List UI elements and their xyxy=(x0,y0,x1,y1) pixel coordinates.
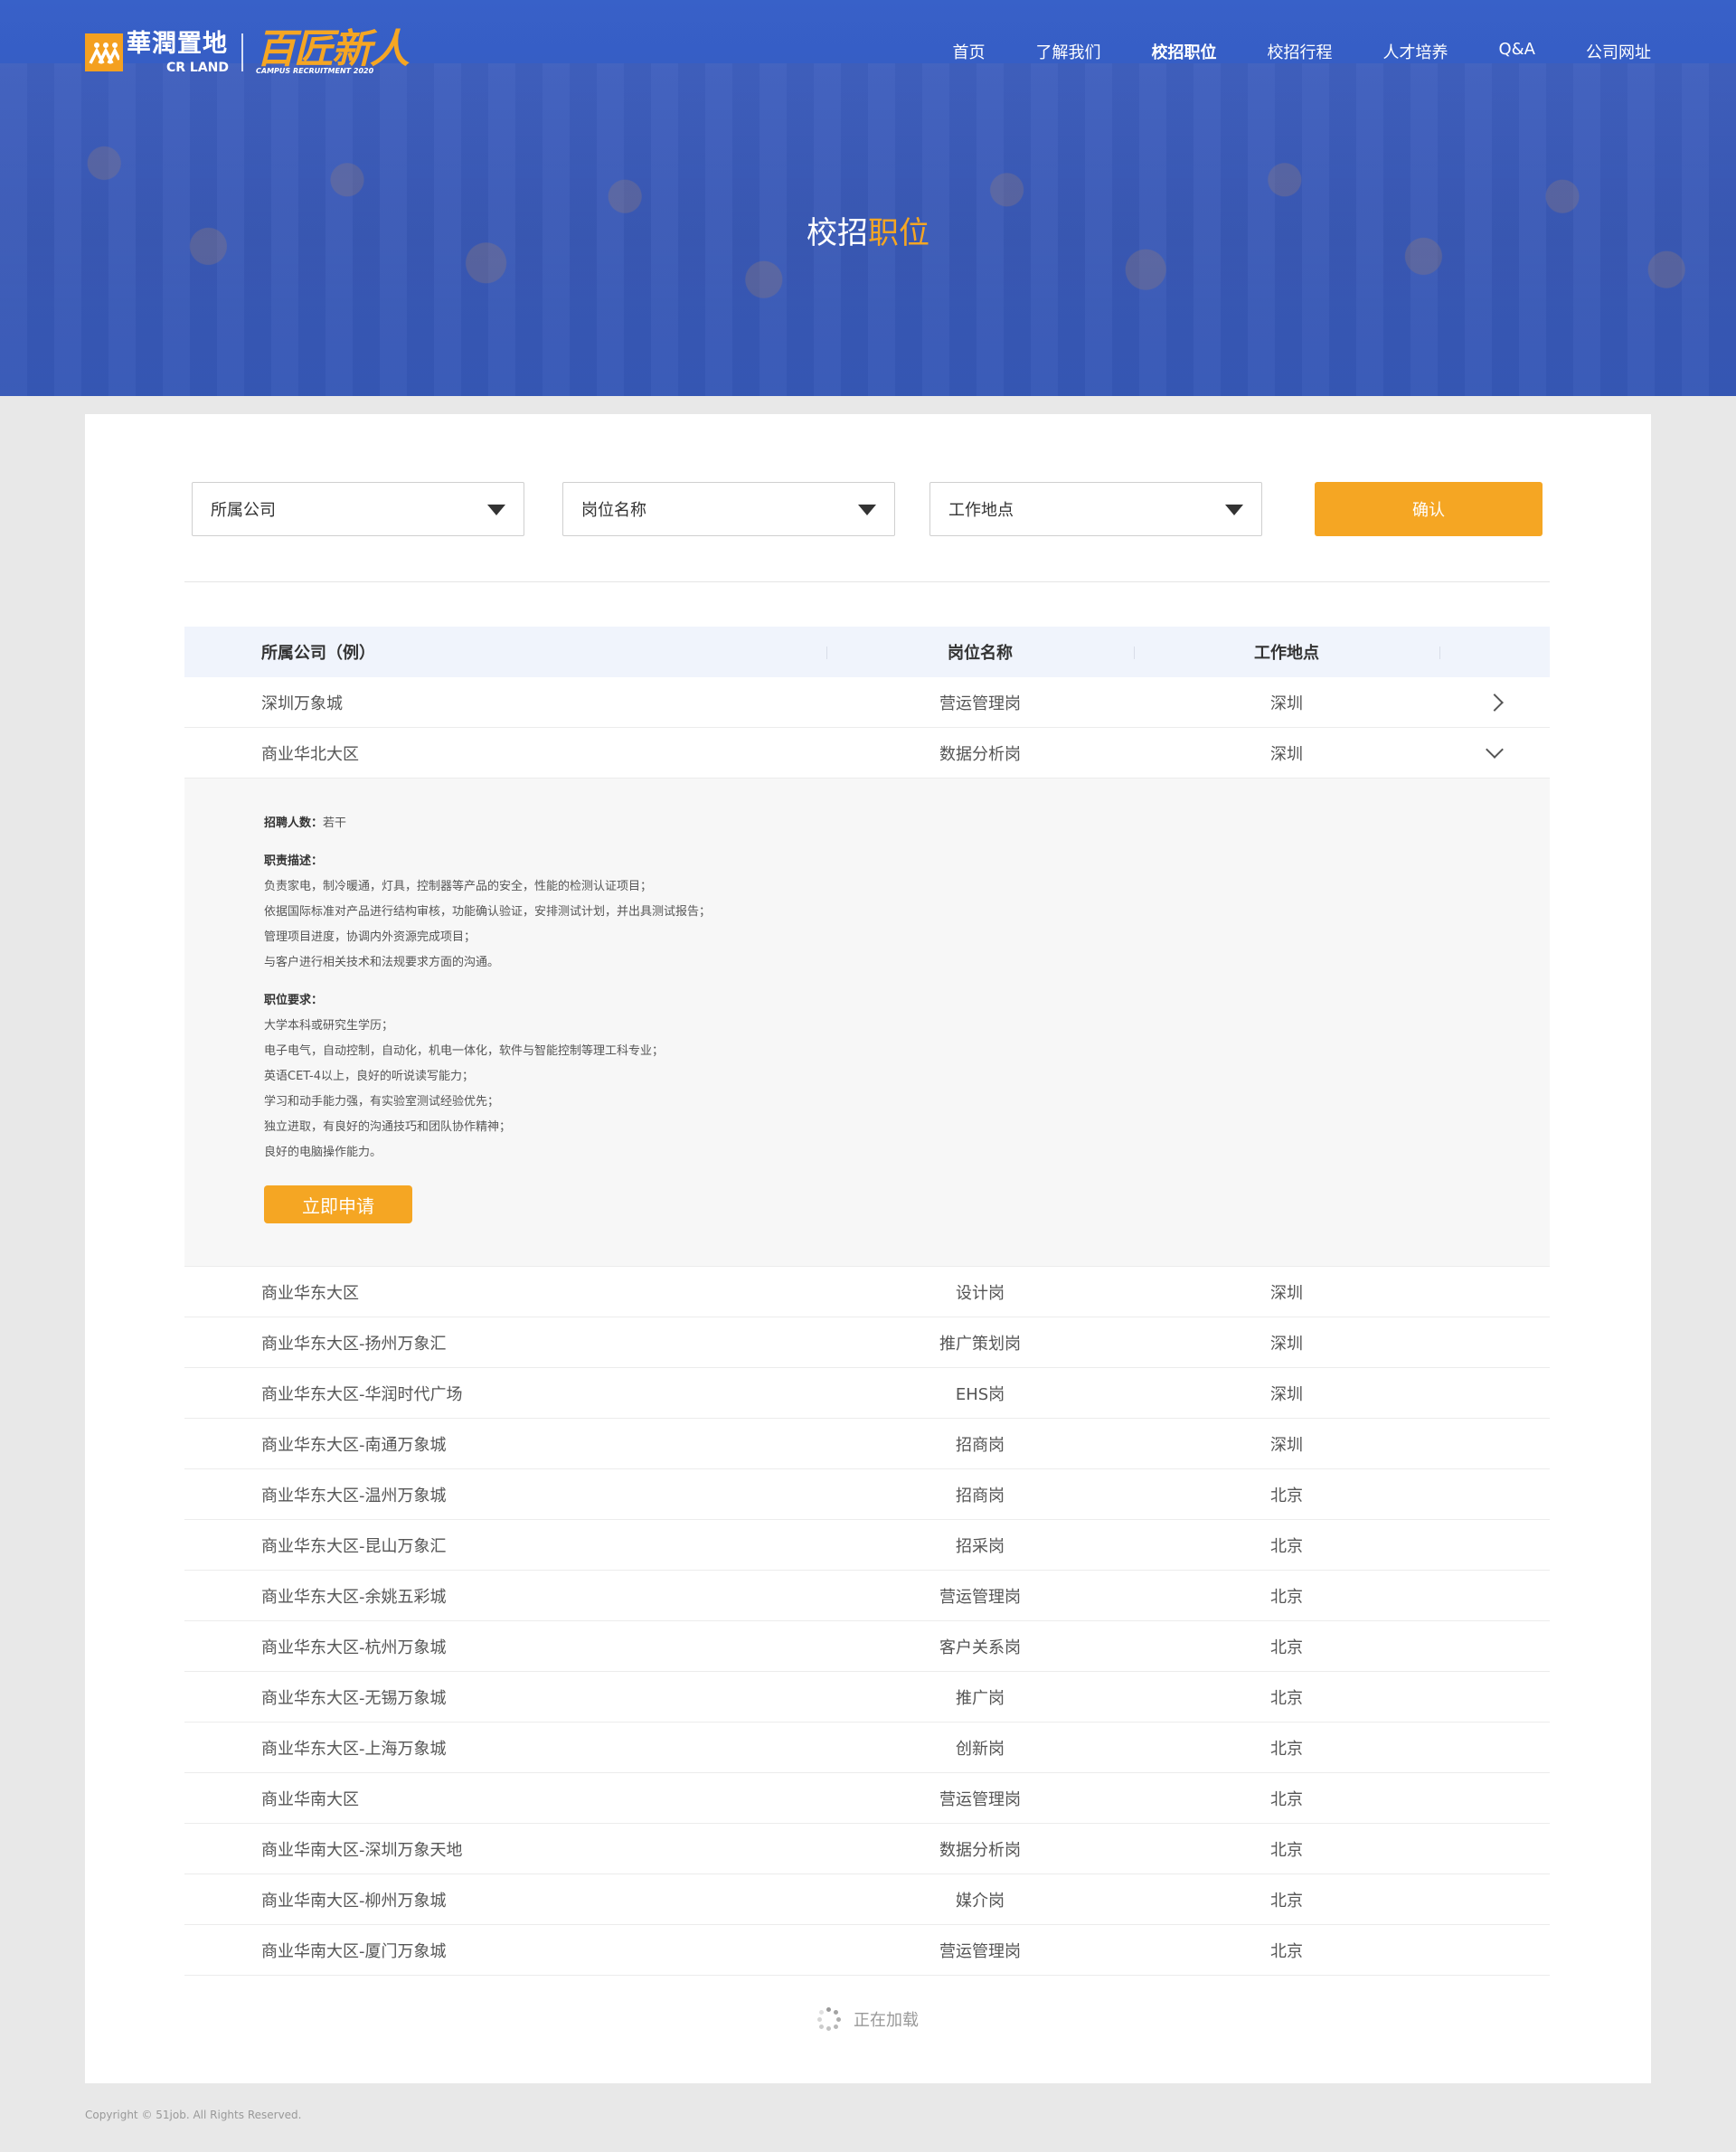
requirements-section: 职位要求： 大学本科或研究生学历； 电子电气，自动控制，自动化，机电一体化，软件… xyxy=(264,988,1550,1166)
table-body: 商业华东大区 设计岗 深圳 商业华东大区-扬州万象汇 推广策划岗 深圳 商业华东大区-华润时… xyxy=(184,1267,1550,1976)
nav-company-site[interactable]: 公司网址 xyxy=(1586,40,1651,63)
location-select[interactable]: 工作地点 xyxy=(929,482,1262,536)
jobs-card: 所属公司 岗位名称 工作地点 确认 所属公司（例） 岗位名称 工作地点 深圳万象… xyxy=(85,414,1651,2083)
table-row[interactable]: 商业华东大区-杭州万象城 客户关系岗 北京 xyxy=(184,1621,1550,1672)
header-company: 所属公司（例） xyxy=(261,644,375,663)
chevron-right-icon[interactable] xyxy=(1486,693,1504,712)
caret-down-icon xyxy=(1225,505,1243,515)
divider xyxy=(184,581,1550,582)
table-row[interactable]: 商业华东大区-余姚五彩城 营运管理岗 北京 xyxy=(184,1571,1550,1621)
confirm-button[interactable]: 确认 xyxy=(1315,482,1543,536)
logo-divider xyxy=(241,33,244,71)
table-header: 所属公司（例） 岗位名称 工作地点 xyxy=(184,627,1550,677)
main-nav: 首页 了解我们 校招职位 校招行程 人才培养 Q&A 公司网址 xyxy=(901,40,1651,63)
duties-section: 职责描述： 负责家电，制冷暖通，灯具，控制器等产品的安全，性能的检测认证项目； … xyxy=(264,849,1550,976)
loading-indicator: 正在加载 xyxy=(85,2007,1651,2031)
table-row[interactable]: 商业华南大区-深圳万象天地 数据分析岗 北京 xyxy=(184,1824,1550,1874)
table-row[interactable]: 商业华南大区 营运管理岗 北京 xyxy=(184,1773,1550,1824)
chevron-down-icon[interactable] xyxy=(1486,740,1504,759)
company-select[interactable]: 所属公司 xyxy=(192,482,524,536)
table-row-expanded[interactable]: 商业华北大区 数据分析岗 深圳 xyxy=(184,728,1550,779)
site-logo[interactable]: 華潤置地 CR LAND 百匠新人 CAMPUS RECRUITMENT 202… xyxy=(85,25,410,80)
table-row[interactable]: 商业华东大区-扬州万象汇 推广策划岗 深圳 xyxy=(184,1317,1550,1368)
page-title: 校招职位 xyxy=(807,215,929,251)
table-row[interactable]: 商业华东大区-无锡万象城 推广岗 北京 xyxy=(184,1672,1550,1723)
table-row[interactable]: 商业华东大区-华润时代广场 EHS岗 深圳 xyxy=(184,1368,1550,1419)
cr-land-logo-icon xyxy=(85,33,123,71)
table-row[interactable]: 商业华东大区 设计岗 深圳 xyxy=(184,1267,1550,1317)
spinner-icon xyxy=(817,2007,841,2031)
position-select[interactable]: 岗位名称 xyxy=(562,482,895,536)
brand-name-cn: 華潤置地 xyxy=(127,29,228,58)
header-location: 工作地点 xyxy=(1254,644,1319,663)
loading-text: 正在加载 xyxy=(854,2011,919,2030)
nav-qa[interactable]: Q&A xyxy=(1498,40,1535,63)
nav-schedule[interactable]: 校招行程 xyxy=(1267,40,1332,63)
jobs-table: 所属公司（例） 岗位名称 工作地点 深圳万象城 营运管理岗 深圳 商业华北大区 … xyxy=(184,627,1550,1976)
apply-button[interactable]: 立即申请 xyxy=(264,1185,412,1223)
brand-name-en: CR LAND xyxy=(166,60,230,75)
table-row[interactable]: 深圳万象城 营运管理岗 深圳 xyxy=(184,677,1550,728)
caret-down-icon xyxy=(487,505,505,515)
req-label: 职位要求： xyxy=(264,994,324,1007)
table-row[interactable]: 商业华东大区-上海万象城 创新岗 北京 xyxy=(184,1723,1550,1773)
hero-banner: 華潤置地 CR LAND 百匠新人 CAMPUS RECRUITMENT 202… xyxy=(0,0,1736,396)
nav-home[interactable]: 首页 xyxy=(952,40,985,63)
filter-bar: 所属公司 岗位名称 工作地点 确认 xyxy=(192,482,1548,536)
table-row[interactable]: 商业华东大区-温州万象城 招商岗 北京 xyxy=(184,1469,1550,1520)
copyright: Copyright © 51job. All Rights Reserved. xyxy=(85,2109,302,2121)
duty-label: 职责描述： xyxy=(264,854,324,868)
table-row[interactable]: 商业华东大区-昆山万象汇 招采岗 北京 xyxy=(184,1520,1550,1571)
caret-down-icon xyxy=(858,505,876,515)
job-detail-panel: 招聘人数：若干 职责描述： 负责家电，制冷暖通，灯具，控制器等产品的安全，性能的… xyxy=(184,779,1550,1267)
table-row[interactable]: 商业华东大区-南通万象城 招商岗 深圳 xyxy=(184,1419,1550,1469)
table-row[interactable]: 商业华南大区-厦门万象城 营运管理岗 北京 xyxy=(184,1925,1550,1976)
count-label: 招聘人数： xyxy=(264,816,324,830)
campaign-name-en: CAMPUS RECRUITMENT 2020 xyxy=(256,67,374,75)
count-value: 若干 xyxy=(323,816,347,830)
header-position: 岗位名称 xyxy=(948,644,1013,663)
nav-jobs[interactable]: 校招职位 xyxy=(1151,40,1216,63)
table-row[interactable]: 商业华南大区-柳州万象城 媒介岗 北京 xyxy=(184,1874,1550,1925)
nav-training[interactable]: 人才培养 xyxy=(1382,40,1448,63)
nav-about[interactable]: 了解我们 xyxy=(1035,40,1100,63)
campaign-name-cn: 百匠新人 xyxy=(256,26,410,72)
